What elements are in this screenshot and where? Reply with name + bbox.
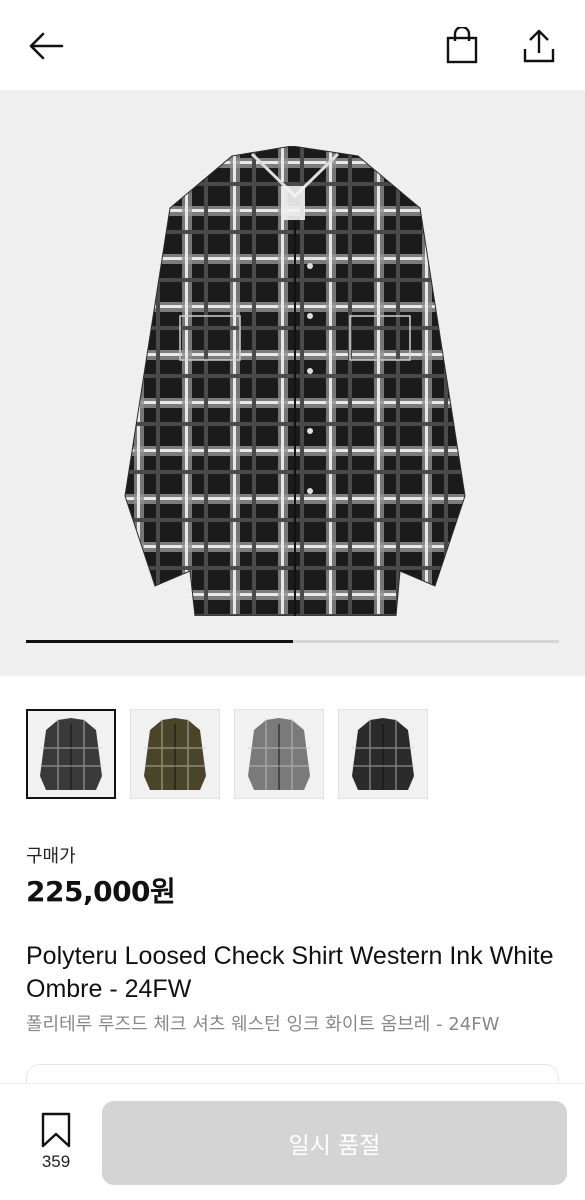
- back-button[interactable]: [24, 24, 68, 68]
- share-button[interactable]: [517, 24, 561, 68]
- bookmark-icon: [41, 1112, 71, 1148]
- bottom-action-bar: 359 일시 품절: [0, 1084, 585, 1200]
- product-image-carousel[interactable]: [0, 90, 585, 676]
- shopping-bag-icon: [446, 27, 478, 64]
- thumbnail-1[interactable]: [26, 709, 116, 799]
- price-label: 구매가: [26, 846, 76, 867]
- thumbnail-2[interactable]: [130, 709, 220, 799]
- carousel-progress-fill: [26, 640, 293, 643]
- arrow-left-icon: [29, 32, 64, 60]
- sold-out-button[interactable]: 일시 품절: [102, 1101, 567, 1185]
- thumbnail-3[interactable]: [234, 709, 324, 799]
- thumbnail-strip: [26, 709, 428, 799]
- bookmark-count: 359: [41, 1152, 71, 1171]
- top-bar: [0, 0, 585, 90]
- thumbnail-image: [248, 718, 310, 790]
- thumbnail-image: [40, 718, 102, 790]
- price: 225,000원: [26, 875, 176, 908]
- thumbnail-image: [144, 718, 206, 790]
- bookmark-button[interactable]: 359: [30, 1112, 82, 1182]
- shopping-bag-button[interactable]: [440, 24, 484, 68]
- thumbnail-4[interactable]: [338, 709, 428, 799]
- thumbnail-image: [352, 718, 414, 790]
- share-icon: [523, 29, 555, 63]
- product-image: [124, 146, 466, 616]
- product-name-ko: 폴리테루 루즈드 체크 셔츠 웨스턴 잉크 화이트 옴브레 - 24FW: [26, 1014, 500, 1035]
- product-name-en: Polyteru Loosed Check Shirt Western Ink …: [26, 942, 554, 1003]
- carousel-progress: [26, 640, 559, 643]
